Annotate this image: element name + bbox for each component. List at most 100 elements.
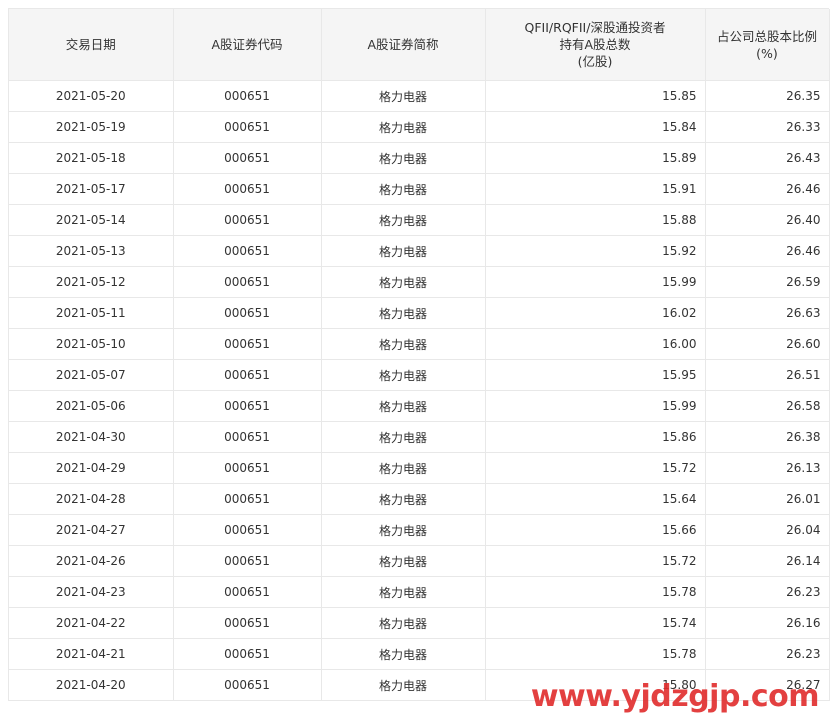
cell-stock-code: 000651: [173, 142, 322, 174]
cell-stock-name: 格力电器: [321, 390, 486, 422]
cell-stock-code: 000651: [173, 452, 322, 484]
header-share-ratio: 占公司总股本比例 (%): [705, 9, 830, 81]
cell-trade-date: 2021-04-26: [9, 545, 174, 577]
cell-share-ratio: 26.27: [705, 669, 830, 701]
cell-holding-shares: 16.00: [485, 328, 706, 360]
cell-stock-code: 000651: [173, 266, 322, 298]
cell-stock-name: 格力电器: [321, 669, 486, 701]
cell-stock-name: 格力电器: [321, 452, 486, 484]
cell-holding-shares: 15.72: [485, 452, 706, 484]
cell-stock-code: 000651: [173, 297, 322, 329]
cell-share-ratio: 26.43: [705, 142, 830, 174]
cell-stock-code: 000651: [173, 111, 322, 143]
cell-share-ratio: 26.40: [705, 204, 830, 236]
table-row: 2021-04-27 000651 格力电器 15.66 26.04: [9, 514, 830, 546]
cell-trade-date: 2021-05-17: [9, 173, 174, 205]
cell-holding-shares: 15.99: [485, 390, 706, 422]
cell-holding-shares: 15.99: [485, 266, 706, 298]
cell-holding-shares: 15.84: [485, 111, 706, 143]
cell-trade-date: 2021-05-13: [9, 235, 174, 267]
table-row: 2021-05-11 000651 格力电器 16.02 26.63: [9, 297, 830, 329]
cell-share-ratio: 26.51: [705, 359, 830, 391]
cell-share-ratio: 26.14: [705, 545, 830, 577]
cell-stock-code: 000651: [173, 359, 322, 391]
table-row: 2021-05-13 000651 格力电器 15.92 26.46: [9, 235, 830, 267]
cell-stock-name: 格力电器: [321, 607, 486, 639]
cell-stock-name: 格力电器: [321, 638, 486, 670]
cell-stock-code: 000651: [173, 235, 322, 267]
table-row: 2021-04-28 000651 格力电器 15.64 26.01: [9, 483, 830, 515]
table-row: 2021-05-18 000651 格力电器 15.89 26.43: [9, 142, 830, 174]
cell-stock-name: 格力电器: [321, 514, 486, 546]
cell-holding-shares: 15.78: [485, 638, 706, 670]
cell-trade-date: 2021-05-20: [9, 80, 174, 112]
table-row: 2021-04-26 000651 格力电器 15.72 26.14: [9, 545, 830, 577]
holdings-table: 交易日期 A股证券代码 A股证券简称 QFII/RQFII/深股通投资者 持有A…: [9, 9, 830, 701]
cell-trade-date: 2021-04-29: [9, 452, 174, 484]
cell-holding-shares: 15.74: [485, 607, 706, 639]
table-row: 2021-04-23 000651 格力电器 15.78 26.23: [9, 576, 830, 608]
table-header: 交易日期 A股证券代码 A股证券简称 QFII/RQFII/深股通投资者 持有A…: [9, 9, 830, 81]
cell-stock-code: 000651: [173, 607, 322, 639]
cell-trade-date: 2021-04-27: [9, 514, 174, 546]
cell-trade-date: 2021-05-10: [9, 328, 174, 360]
table-row: 2021-05-10 000651 格力电器 16.00 26.60: [9, 328, 830, 360]
header-trade-date: 交易日期: [9, 9, 174, 81]
cell-holding-shares: 15.64: [485, 483, 706, 515]
cell-share-ratio: 26.63: [705, 297, 830, 329]
cell-holding-shares: 15.85: [485, 80, 706, 112]
table-row: 2021-05-12 000651 格力电器 15.99 26.59: [9, 266, 830, 298]
table-row: 2021-04-30 000651 格力电器 15.86 26.38: [9, 421, 830, 453]
cell-holding-shares: 15.95: [485, 359, 706, 391]
table-row: 2021-05-06 000651 格力电器 15.99 26.58: [9, 390, 830, 422]
cell-stock-code: 000651: [173, 328, 322, 360]
cell-share-ratio: 26.33: [705, 111, 830, 143]
cell-stock-code: 000651: [173, 638, 322, 670]
header-ratio-line1: 占公司总股本比例: [716, 28, 817, 44]
cell-trade-date: 2021-05-19: [9, 111, 174, 143]
table-header-row: 交易日期 A股证券代码 A股证券简称 QFII/RQFII/深股通投资者 持有A…: [9, 9, 830, 81]
header-ratio-line2: (%): [756, 45, 778, 61]
cell-stock-code: 000651: [173, 204, 322, 236]
cell-stock-code: 000651: [173, 173, 322, 205]
cell-stock-code: 000651: [173, 669, 322, 701]
cell-stock-name: 格力电器: [321, 359, 486, 391]
cell-share-ratio: 26.23: [705, 638, 830, 670]
cell-share-ratio: 26.58: [705, 390, 830, 422]
cell-stock-name: 格力电器: [321, 204, 486, 236]
cell-stock-code: 000651: [173, 421, 322, 453]
cell-stock-name: 格力电器: [321, 421, 486, 453]
table-row: 2021-04-29 000651 格力电器 15.72 26.13: [9, 452, 830, 484]
cell-share-ratio: 26.01: [705, 483, 830, 515]
cell-share-ratio: 26.23: [705, 576, 830, 608]
cell-stock-code: 000651: [173, 80, 322, 112]
cell-holding-shares: 15.78: [485, 576, 706, 608]
cell-holding-shares: 15.86: [485, 421, 706, 453]
cell-share-ratio: 26.04: [705, 514, 830, 546]
cell-stock-code: 000651: [173, 576, 322, 608]
cell-share-ratio: 26.60: [705, 328, 830, 360]
table-row: 2021-05-07 000651 格力电器 15.95 26.51: [9, 359, 830, 391]
cell-share-ratio: 26.46: [705, 235, 830, 267]
cell-share-ratio: 26.13: [705, 452, 830, 484]
cell-holding-shares: 16.02: [485, 297, 706, 329]
cell-trade-date: 2021-04-22: [9, 607, 174, 639]
cell-share-ratio: 26.35: [705, 80, 830, 112]
cell-holding-shares: 15.66: [485, 514, 706, 546]
header-holding-line3: (亿股): [577, 54, 613, 69]
table-row: 2021-05-19 000651 格力电器 15.84 26.33: [9, 111, 830, 143]
table-row: 2021-04-22 000651 格力电器 15.74 26.16: [9, 607, 830, 639]
header-stock-code: A股证券代码: [173, 9, 322, 81]
table-body: 2021-05-20 000651 格力电器 15.85 26.35 2021-05-19…: [9, 80, 830, 701]
cell-holding-shares: 15.91: [485, 173, 706, 205]
cell-trade-date: 2021-04-23: [9, 576, 174, 608]
cell-share-ratio: 26.16: [705, 607, 830, 639]
cell-stock-name: 格力电器: [321, 328, 486, 360]
cell-stock-name: 格力电器: [321, 111, 486, 143]
header-holding-shares: QFII/RQFII/深股通投资者 持有A股总数 (亿股): [485, 9, 706, 81]
cell-trade-date: 2021-05-12: [9, 266, 174, 298]
table-row: 2021-04-21 000651 格力电器 15.78 26.23: [9, 638, 830, 670]
cell-share-ratio: 26.38: [705, 421, 830, 453]
table-row: 2021-05-17 000651 格力电器 15.91 26.46: [9, 173, 830, 205]
header-holding-line1: QFII/RQFII/深股通投资者: [524, 20, 666, 35]
